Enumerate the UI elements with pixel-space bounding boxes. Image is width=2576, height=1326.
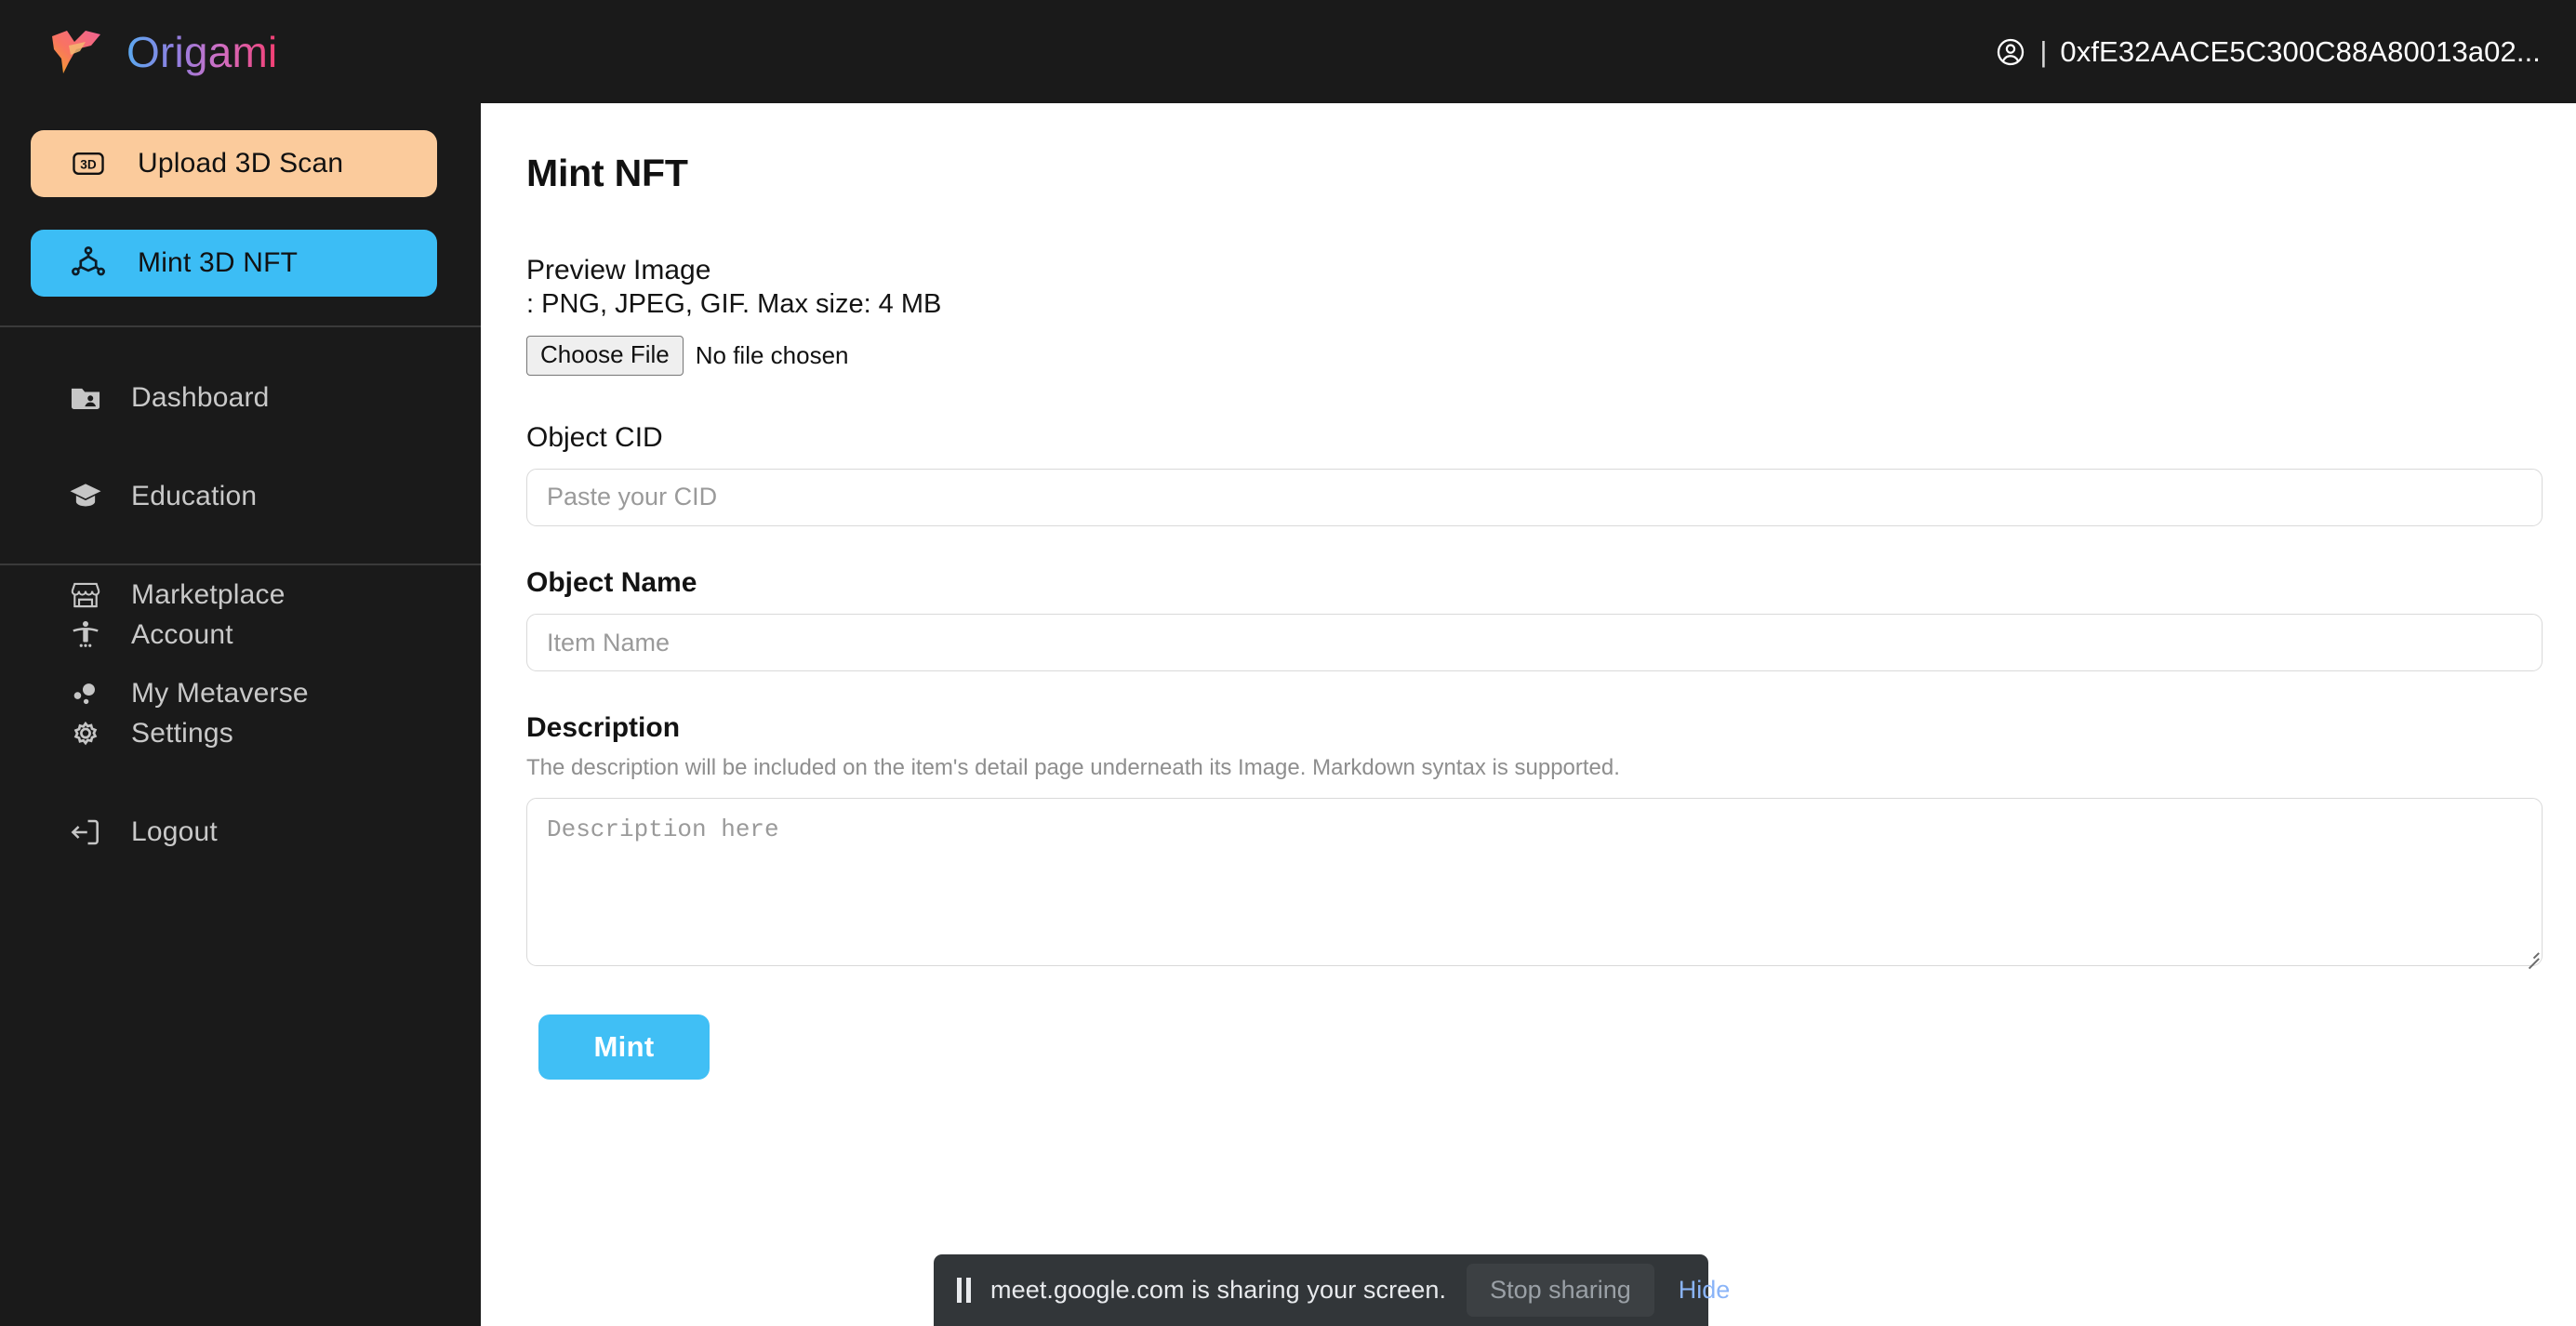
mint-3d-nft-button[interactable]: Mint 3D NFT: [31, 230, 437, 297]
description-hint: The description will be included on the …: [526, 755, 1620, 781]
sidebar-nav-bottom: Account Settings Logout: [0, 565, 481, 903]
header-separator: |: [2039, 34, 2048, 68]
app-root: Origami | 0xfE32AACE5C300C88A80013a02...…: [0, 0, 2576, 1326]
hide-link[interactable]: Hide: [1679, 1276, 1731, 1305]
file-input-row[interactable]: Choose File No file chosen: [526, 336, 2543, 376]
sidebar-actions: 3D Upload 3D Scan Mint 3D NFT: [0, 103, 481, 327]
object-name-group: Object Name: [526, 565, 2543, 672]
sidebar-item-dashboard[interactable]: Dashboard: [0, 370, 481, 426]
folder-person-icon: [71, 388, 100, 410]
preview-image-hint: : PNG, JPEG, GIF. Max size: 4 MB: [526, 289, 942, 320]
description-group: Description The description will be incl…: [526, 710, 2543, 969]
brand[interactable]: Origami: [48, 27, 277, 77]
sidebar-item-dashboard-label: Dashboard: [131, 382, 270, 413]
object-cid-group: Object CID: [526, 420, 2543, 526]
molecule-network-icon: [72, 246, 105, 276]
header-account-area[interactable]: | 0xfE32AACE5C300C88A80013a02...: [1995, 35, 2541, 69]
sidebar: 3D Upload 3D Scan Mint 3D NFT Dashboard …: [0, 103, 481, 1326]
screen-share-bar: meet.google.com is sharing your screen. …: [934, 1254, 1730, 1326]
object-name-label: Object Name: [526, 566, 697, 598]
brand-name: Origami: [126, 27, 278, 76]
origami-bird-logo-icon: [52, 30, 100, 73]
top-header: Origami | 0xfE32AACE5C300C88A80013a02...: [0, 0, 2576, 103]
share-message: meet.google.com is sharing your screen.: [990, 1276, 1447, 1304]
pause-icon[interactable]: [957, 1278, 971, 1303]
mint-3d-nft-label: Mint 3D NFT: [138, 247, 299, 278]
graduation-cap-icon: [70, 484, 101, 507]
description-textarea[interactable]: [526, 797, 2543, 966]
sidebar-item-settings[interactable]: Settings: [0, 706, 481, 762]
sidebar-item-account-label: Account: [131, 619, 233, 650]
description-label: Description: [526, 712, 681, 744]
mint-button[interactable]: Mint: [538, 1014, 710, 1080]
sidebar-item-account[interactable]: Account: [0, 607, 481, 663]
person-accessibility-icon: [73, 620, 99, 647]
svg-text:3D: 3D: [80, 158, 97, 172]
sidebar-item-logout[interactable]: Logout: [0, 804, 481, 860]
upload-3d-scan-button[interactable]: 3D Upload 3D Scan: [31, 130, 437, 197]
sidebar-item-settings-label: Settings: [131, 718, 233, 749]
preview-image-section: Preview Image : PNG, JPEG, GIF. Max size…: [526, 253, 2543, 376]
3d-box-icon: 3D: [73, 152, 104, 175]
object-cid-input[interactable]: [526, 468, 2543, 526]
description-textarea-wrap: [526, 797, 2543, 969]
page-title: Mint NFT: [526, 152, 688, 194]
sidebar-item-logout-label: Logout: [131, 816, 218, 847]
logout-arrow-icon: [71, 819, 99, 845]
object-name-input[interactable]: [526, 614, 2543, 672]
choose-file-button[interactable]: Choose File: [526, 336, 684, 376]
preview-image-label: Preview Image: [526, 255, 711, 285]
object-cid-label: Object CID: [526, 421, 663, 453]
account-circle-icon[interactable]: [1995, 36, 2026, 68]
file-status-text: No file chosen: [695, 340, 849, 369]
stop-sharing-button[interactable]: Stop sharing: [1467, 1264, 1654, 1317]
upload-3d-scan-label: Upload 3D Scan: [138, 148, 344, 179]
sidebar-item-education-label: Education: [131, 481, 258, 511]
sidebar-item-education[interactable]: Education: [0, 469, 481, 524]
main-content: Mint NFT Preview Image : PNG, JPEG, GIF.…: [481, 103, 2576, 1326]
gear-icon: [73, 721, 98, 746]
wallet-address[interactable]: 0xfE32AACE5C300C88A80013a02...: [2060, 35, 2541, 69]
mint-button-row: Mint: [526, 1014, 2543, 1080]
